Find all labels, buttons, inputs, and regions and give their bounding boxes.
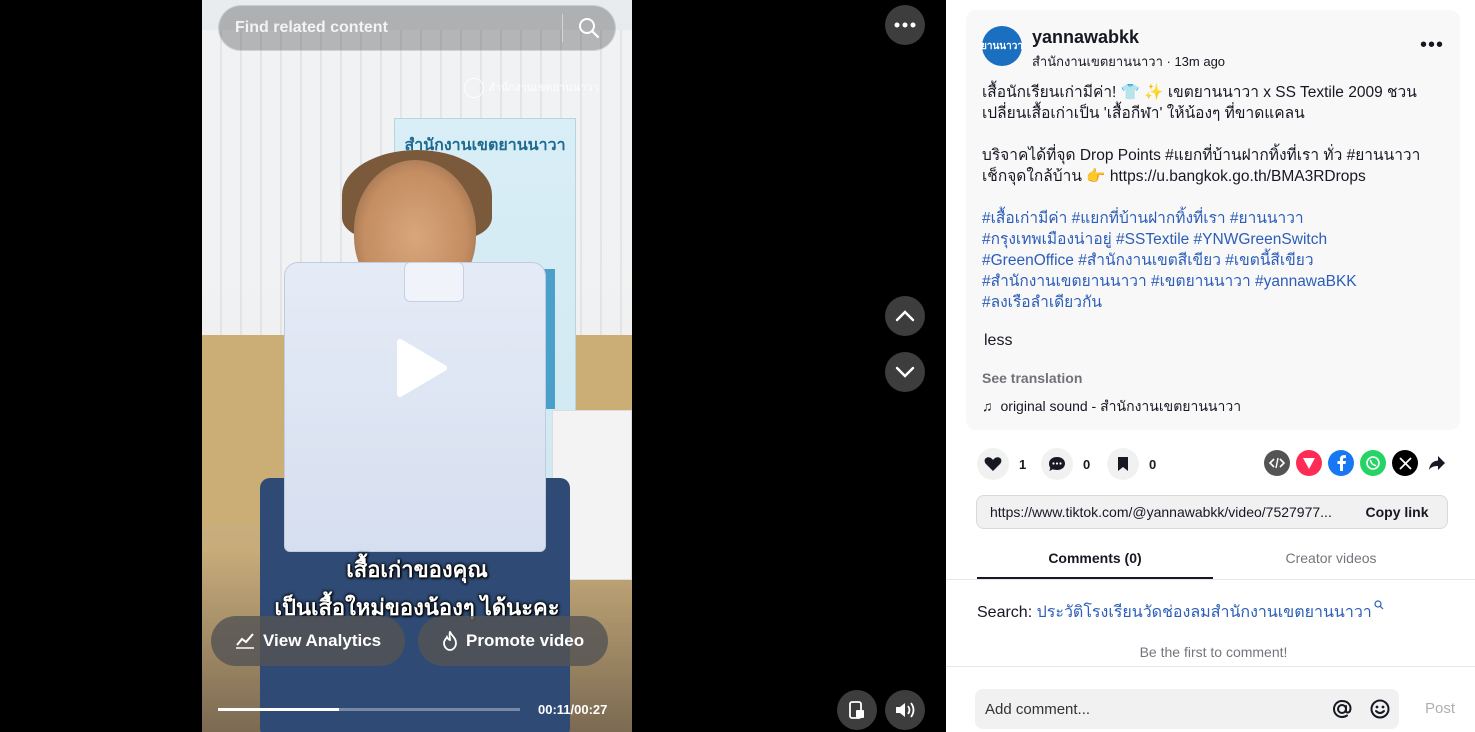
hashtag-line[interactable]: #เสื้อเก่ามีค่า #แยกที่บ้านฝากทิ้งที่เรา… (982, 208, 1442, 229)
chevron-up-icon (895, 310, 915, 322)
search-placeholder[interactable]: Find related content (235, 19, 562, 37)
ellipsis-icon (894, 22, 916, 28)
pip-icon (849, 701, 864, 719)
see-translation-link[interactable]: See translation (982, 370, 1082, 386)
floating-player-button[interactable] (837, 690, 877, 730)
comment-input[interactable]: Add comment... (975, 689, 1399, 729)
less-button[interactable]: less (984, 332, 1012, 350)
share-more-button[interactable] (1424, 450, 1450, 476)
shirt-collar (404, 262, 464, 302)
comment-icon (1041, 448, 1073, 480)
whatsapp-icon (1366, 456, 1380, 470)
post-card: ยานนาวา yannawabkk สำนักงานเขตยานนาวา · … (966, 10, 1460, 430)
post-description: เสื้อนักเรียนเก่ามีค่า! 👕 ✨ เขตยานนาวา x… (982, 82, 1442, 313)
hashtag-line[interactable]: #กรุงเทพเมืองน่าอยู่ #SSTextile #YNWGree… (982, 229, 1442, 250)
view-analytics-button[interactable]: View Analytics (211, 616, 406, 666)
desc-line: บริจาคได้ที่จุด Drop Points #แยกที่บ้านฝ… (982, 147, 1421, 164)
desc-line: เสื้อนักเรียนเก่ามีค่า! 👕 ✨ เขตยานนาวา x… (982, 84, 1417, 101)
mention-icon[interactable] (1323, 698, 1361, 720)
video-stage[interactable]: สำนักงานเขตยานนาวา สำนักงานเขตยานนาวา Fi… (0, 0, 946, 732)
related-search[interactable]: Find related content (218, 5, 616, 51)
empty-comments-text: Be the first to comment! (1139, 644, 1288, 660)
promote-video-label: Promote video (466, 631, 585, 650)
video-time: 00:11/00:27 (538, 702, 608, 717)
music-note-icon: ♫ (982, 398, 993, 414)
hashtag-line[interactable]: #ลงเรือลำเดียวกัน (982, 292, 1442, 313)
view-analytics-label: View Analytics (263, 631, 382, 650)
sound-link[interactable]: ♫ original sound - สำนักงานเขตยานนาวา (982, 396, 1241, 418)
sound-label: original sound - สำนักงานเขตยานนาวา (1000, 398, 1242, 414)
watermark-text: สำนักงานเขตยานนาวา (488, 82, 599, 94)
more-options-button[interactable] (885, 5, 925, 45)
caption-line-1: เสื้อเก่าของคุณ (346, 557, 488, 582)
avatar[interactable]: ยานนาวา (981, 26, 1023, 66)
share-whatsapp-button[interactable] (1360, 450, 1386, 476)
previous-video-button[interactable] (885, 296, 925, 336)
desc-line: เช็กจุดใกล้บ้าน 👉 https://u.bangkok.go.t… (982, 168, 1366, 185)
search-prefix: Search: (977, 604, 1037, 621)
seal-icon (464, 78, 484, 99)
share-x-button[interactable] (1392, 450, 1418, 476)
like-button[interactable]: 1 (977, 448, 1026, 480)
volume-icon (896, 702, 915, 718)
video-url[interactable]: https://www.tiktok.com/@yannawabkk/video… (977, 504, 1347, 520)
save-count: 0 (1149, 456, 1157, 472)
search-suggestion[interactable]: Search: ประวัติโรงเรียนวัดช่องลมสำนักงาน… (977, 600, 1384, 625)
desc-line: เปลี่ยนเสื้อเก่าเป็น 'เสื้อกีฬา' ให้น้อง… (982, 105, 1305, 122)
watermark: สำนักงานเขตยานนาวา (464, 78, 599, 99)
promote-video-button[interactable]: Promote video (418, 616, 609, 666)
flame-icon (443, 631, 457, 651)
tab-divider (946, 579, 1475, 580)
search-icon (1374, 600, 1384, 610)
comment-button[interactable]: 0 (1041, 448, 1090, 480)
bookmark-icon (1107, 448, 1139, 480)
copy-link-button[interactable]: Copy link (1347, 504, 1447, 520)
send-to-friends-button[interactable] (1296, 450, 1322, 476)
comment-count: 0 (1083, 456, 1091, 472)
like-count: 1 (1019, 456, 1027, 472)
analytics-icon (236, 633, 254, 649)
play-icon[interactable] (392, 338, 448, 398)
post-subline: สำนักงานเขตยานนาวา · 13m ago (1032, 54, 1226, 69)
search-icon[interactable] (563, 5, 615, 51)
school-shirt (284, 262, 546, 552)
active-tab-indicator (977, 577, 1213, 579)
tab-comments[interactable]: Comments (0) (977, 550, 1213, 566)
save-button[interactable]: 0 (1107, 448, 1156, 480)
volume-button[interactable] (885, 690, 925, 730)
search-keyword[interactable]: ประวัติโรงเรียนวัดช่องลมสำนักงานเขตยานนา… (1037, 604, 1372, 621)
heart-icon (977, 448, 1009, 480)
next-video-button[interactable] (885, 352, 925, 392)
x-logo-icon (1398, 456, 1412, 470)
hashtag-line[interactable]: #สำนักงานเขตยานนาวา #เขตยานนาวา #yannawa… (982, 271, 1442, 292)
chevron-down-icon (895, 366, 915, 378)
comment-placeholder[interactable]: Add comment... (985, 701, 1323, 718)
divider (946, 666, 1475, 667)
emoji-icon[interactable] (1361, 698, 1399, 720)
share-link-box: https://www.tiktok.com/@yannawabkk/video… (976, 495, 1448, 529)
code-icon (1269, 457, 1285, 469)
send-icon (1303, 458, 1315, 469)
post-comment-button[interactable]: Post (1425, 700, 1455, 717)
progress-fill (218, 708, 339, 711)
hashtag-line[interactable]: #GreenOffice #สำนักงานเขตสีเขียว #เขตนี้… (982, 250, 1442, 271)
share-facebook-button[interactable] (1328, 450, 1354, 476)
embed-button[interactable] (1264, 450, 1290, 476)
username[interactable]: yannawabkk (1032, 27, 1139, 48)
post-more-button[interactable]: ••• (1420, 34, 1444, 57)
tab-creator-videos[interactable]: Creator videos (1213, 550, 1449, 566)
facebook-icon (1337, 455, 1346, 471)
progress-bar[interactable] (218, 708, 520, 711)
share-arrow-icon (1429, 456, 1445, 470)
